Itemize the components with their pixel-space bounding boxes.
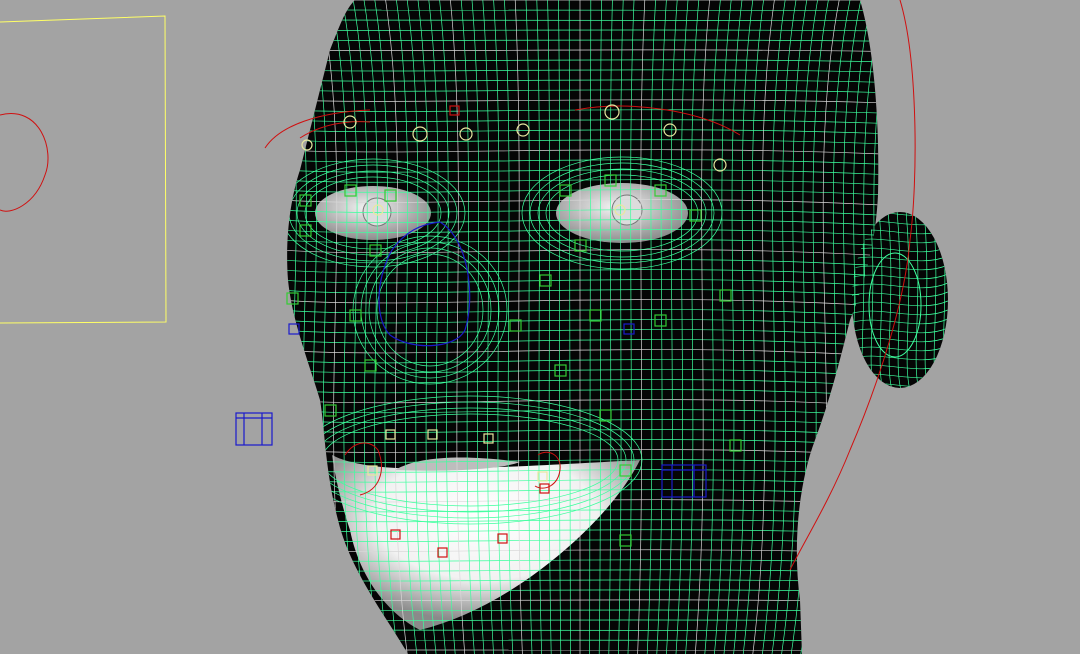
camera-frame-icon[interactable] — [0, 15, 167, 324]
wire-line-vertical — [287, 0, 302, 654]
3d-viewport[interactable] — [0, 0, 1080, 654]
locator-icon[interactable] — [235, 412, 273, 446]
wire-line-vertical — [287, 0, 293, 654]
red-arc-control[interactable] — [0, 113, 49, 212]
scene-svg[interactable] — [0, 0, 1080, 654]
